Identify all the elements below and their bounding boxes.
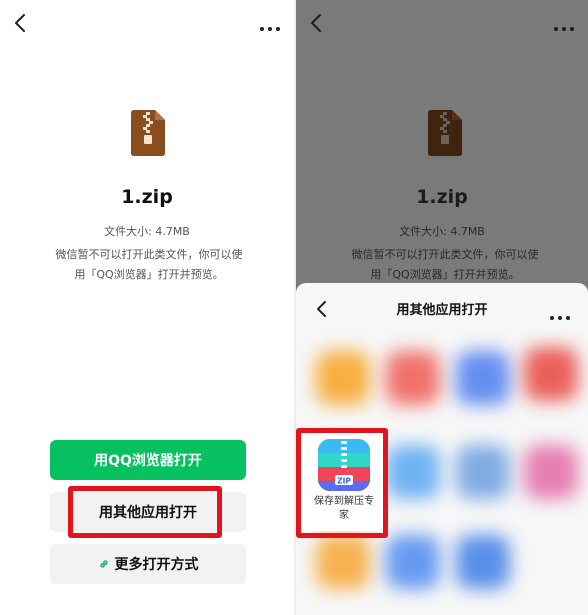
file-size: 文件大小: 4.7MB: [104, 225, 190, 238]
app-label: 保存到解压专 家: [302, 495, 386, 523]
file-hint: 微信暂不可以打开此类文件，你可以使 用「QQ浏览器」打开并预览。: [44, 245, 254, 285]
more-dots-icon: [552, 16, 578, 31]
open-with-bottom-sheet: 用其他应用打开 ZIP 保存到解压专 家: [296, 283, 588, 615]
blurred-app-icon[interactable]: [456, 445, 510, 499]
sheet-title: 用其他应用打开: [396, 303, 488, 318]
blurred-app-icon[interactable]: [316, 535, 370, 589]
file-hint-line-1: 微信暂不可以打开此类文件，你可以使: [351, 248, 539, 261]
zip-file-icon: [131, 110, 165, 156]
app-tile-unzip-expert[interactable]: ZIP 保存到解压专 家: [302, 431, 386, 531]
app-label-line-1: 保存到解压专: [314, 496, 374, 507]
more-dots-icon[interactable]: [548, 305, 572, 324]
file-hint-line-1: 微信暂不可以打开此类文件，你可以使: [55, 248, 243, 261]
blurred-app-icon[interactable]: [386, 535, 440, 589]
chevron-left-icon[interactable]: [10, 12, 32, 34]
file-hint-line-2: 用「QQ浏览器」打开并预览。: [370, 268, 520, 281]
open-with-qq-browser-button[interactable]: 用QQ浏览器打开: [50, 440, 246, 480]
file-preview-screen: 1.zip 文件大小: 4.7MB 微信暂不可以打开此类文件，你可以使 用「QQ…: [0, 0, 294, 615]
file-name: 1.zip: [121, 186, 173, 208]
blurred-app-icon[interactable]: [456, 351, 510, 405]
more-open-methods-button[interactable]: 更多打开方式: [50, 544, 246, 584]
more-open-methods-label: 更多打开方式: [114, 557, 199, 573]
blurred-app-icon[interactable]: [456, 535, 510, 589]
blurred-app-icon[interactable]: [386, 351, 440, 405]
link-icon: [99, 560, 108, 568]
chevron-left-icon: [311, 14, 321, 32]
more-dots-icon[interactable]: [258, 16, 284, 31]
open-with-other-app-button[interactable]: 用其他应用打开: [50, 492, 246, 532]
file-size: 文件大小: 4.7MB: [399, 225, 485, 238]
file-hint: 微信暂不可以打开此类文件，你可以使 用「QQ浏览器」打开并预览。: [340, 245, 550, 285]
blurred-app-icon[interactable]: [316, 351, 370, 405]
blurred-app-icon[interactable]: [524, 347, 578, 401]
open-with-sheet-screen: 1.zip 文件大小: 4.7MB 微信暂不可以打开此类文件，你可以使 用「QQ…: [296, 0, 588, 615]
app-label-line-2: 家: [339, 510, 349, 521]
blurred-app-icon[interactable]: [524, 445, 578, 499]
file-name: 1.zip: [416, 186, 468, 208]
file-hint-line-2: 用「QQ浏览器」打开并预览。: [74, 268, 224, 281]
zip-app-icon: ZIP: [318, 439, 370, 491]
zip-app-icon-text: ZIP: [337, 477, 351, 486]
blurred-app-icon[interactable]: [386, 445, 440, 499]
zip-file-icon: [428, 110, 462, 156]
